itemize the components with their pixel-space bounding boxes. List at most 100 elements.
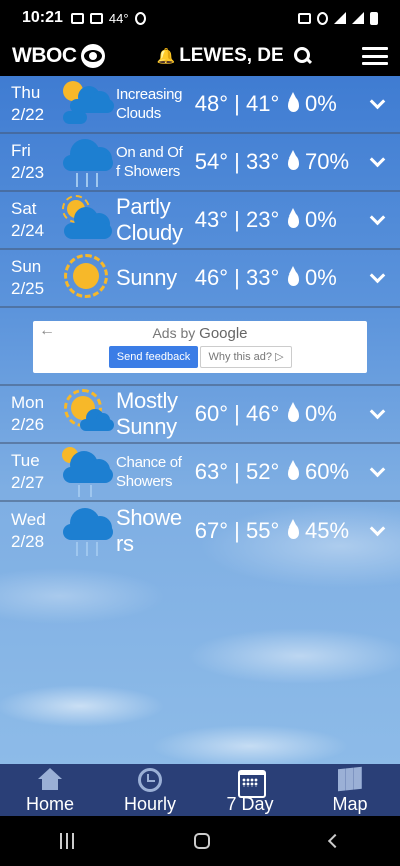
cbs-eye-icon (80, 44, 105, 68)
precip-chance: 0% (305, 91, 337, 116)
temperature-range: 63° | 52° (194, 459, 280, 484)
system-home-icon[interactable] (194, 833, 210, 849)
high-temp: 63° (194, 459, 229, 484)
why-this-ad-button[interactable]: Why this ad? ▷ (200, 346, 292, 368)
low-temp: 55° (245, 518, 280, 543)
forecast-row[interactable]: Tue 2/27 Chance of Showers 63° | 52° 60% (0, 444, 400, 502)
high-temp: 60° (194, 401, 229, 426)
day-name: Wed (11, 510, 46, 529)
partly-cloudy-icon (62, 193, 116, 247)
partly-cloudy-icon (62, 77, 116, 131)
wifi-icon (334, 12, 346, 24)
chevron-down-icon[interactable] (369, 403, 386, 419)
condition-text: Increasing Clouds (116, 86, 183, 122)
gmail-icon (89, 12, 103, 24)
nav-label: Map (332, 794, 368, 814)
chevron-down-icon[interactable] (369, 209, 386, 225)
raindrop-icon (288, 518, 299, 539)
recents-icon[interactable] (60, 833, 74, 849)
precipitation: 0% (288, 401, 358, 427)
gmail-icon (70, 12, 84, 24)
day-name: Sun (11, 257, 42, 276)
day-name: Mon (11, 393, 45, 412)
temperature-range: 46° | 33° (194, 265, 280, 290)
day-date: Sat 2/24 (0, 198, 62, 242)
precipitation: 0% (288, 91, 358, 117)
nav-label: Home (25, 794, 74, 814)
date: 2/28 (11, 532, 45, 551)
location-label: LEWES, DE (179, 45, 284, 66)
brand-logo[interactable]: WBOC (12, 44, 105, 68)
high-temp: 54° (194, 149, 229, 174)
day-date: Tue 2/27 (0, 450, 62, 494)
search-icon[interactable] (293, 47, 312, 65)
mostly-sunny-icon (62, 387, 116, 441)
forecast-row[interactable]: Thu 2/22 Increasing Clouds 48° | 41° 0% (0, 76, 400, 134)
nav-home[interactable]: Home (0, 764, 100, 816)
nav-7-day[interactable]: 7 Day (200, 764, 300, 816)
high-temp: 43° (194, 207, 229, 232)
precip-chance: 0% (305, 207, 337, 232)
forecast-row[interactable]: Fri 2/23 On and Off Showers 54° | 33° 70… (0, 134, 400, 192)
forecast-content[interactable]: Thu 2/22 Increasing Clouds 48° | 41° 0% … (0, 76, 400, 764)
system-nav-bar (0, 816, 400, 866)
day-name: Tue (11, 451, 40, 470)
chance-of-showers-icon (62, 445, 116, 499)
forecast-row[interactable]: Sat 2/24 Partly Cloudy 43° | 23° 0% (0, 192, 400, 250)
bell-icon[interactable]: 🔔 (157, 47, 176, 65)
temperature-range: 48° | 41° (194, 91, 280, 116)
ads-by-label: Ads by (152, 325, 196, 341)
low-temp: 23° (245, 207, 280, 232)
system-back-icon[interactable] (327, 833, 343, 849)
send-feedback-button[interactable]: Send feedback (109, 346, 198, 368)
hamburger-menu-icon[interactable] (362, 47, 388, 65)
location-selector[interactable]: 🔔 LEWES, DE (157, 45, 312, 67)
raindrop-icon (288, 401, 299, 422)
clock-icon (137, 768, 163, 792)
forecast-row[interactable]: Wed 2/28 Showers 67° | 55° 45% (0, 502, 400, 560)
temperature-range: 60° | 46° (194, 401, 280, 426)
precip-chance: 45% (305, 518, 350, 543)
notification-icon (298, 12, 311, 24)
app-header: WBOC 🔔 LEWES, DE (0, 36, 400, 76)
precip-chance: 0% (305, 401, 337, 426)
day-name: Fri (11, 141, 31, 160)
chevron-down-icon[interactable] (369, 267, 386, 283)
chevron-down-icon[interactable] (369, 151, 386, 167)
google-label: Google (199, 325, 248, 342)
condition-text: Showers (116, 505, 182, 556)
home-icon (37, 768, 63, 792)
forecast-row[interactable]: Sun 2/25 Sunny 46° | 33° 0% (0, 250, 400, 308)
low-temp: 33° (245, 265, 280, 290)
high-temp: 46° (194, 265, 229, 290)
showers-icon (62, 504, 116, 558)
condition-text: Partly Cloudy (116, 194, 183, 245)
precipitation: 70% (288, 149, 358, 175)
ad-title: Ads by Google (33, 325, 367, 342)
nav-map[interactable]: Map (300, 764, 400, 816)
chevron-down-icon[interactable] (369, 93, 386, 109)
date: 2/25 (11, 279, 45, 298)
nav-label: Hourly (123, 794, 176, 814)
calendar-icon (237, 768, 266, 798)
day-date: Thu 2/22 (0, 82, 62, 126)
google-ad-banner[interactable]: ← Ads by Google Send feedback Why this a… (33, 321, 367, 373)
precip-chance: 0% (305, 265, 337, 290)
precipitation: 0% (288, 265, 358, 291)
high-temp: 48° (194, 91, 229, 116)
date: 2/27 (11, 473, 45, 492)
temperature-range: 54° | 33° (194, 149, 280, 174)
nav-hourly[interactable]: Hourly (100, 764, 200, 816)
high-temp: 67° (194, 518, 229, 543)
precipitation: 0% (288, 207, 358, 233)
forecast-row[interactable]: Mon 2/26 Mostly Sunny 60° | 46° 0% (0, 384, 400, 444)
battery-icon (370, 11, 378, 25)
chevron-down-icon[interactable] (369, 520, 386, 536)
lock-icon (134, 11, 146, 25)
sunny-icon (62, 251, 116, 305)
chevron-down-icon[interactable] (369, 461, 386, 477)
status-temp: 44° (108, 10, 129, 26)
low-temp: 52° (245, 459, 280, 484)
raindrop-icon (288, 91, 299, 112)
condition-text: On and Off Showers (116, 144, 183, 180)
